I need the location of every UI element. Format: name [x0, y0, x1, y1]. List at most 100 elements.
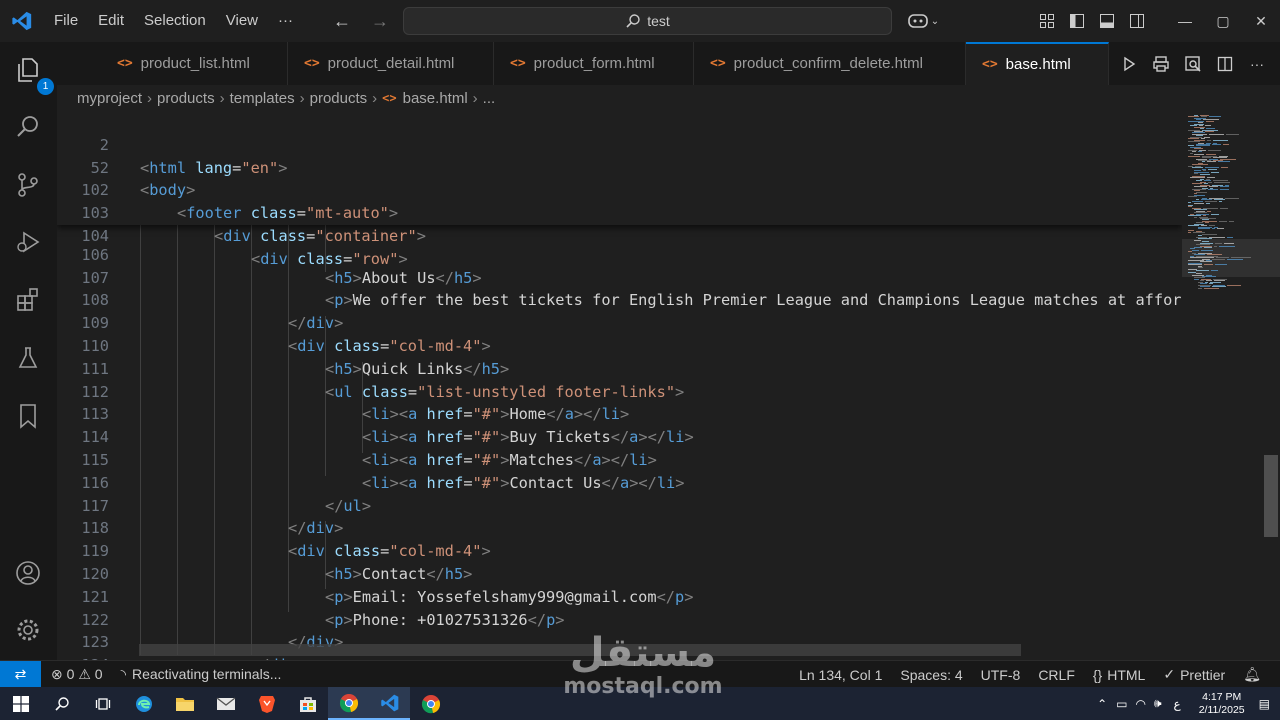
- run-icon[interactable]: [1114, 49, 1144, 79]
- menu-file[interactable]: File: [44, 0, 88, 42]
- toggle-sidebar-icon[interactable]: [1062, 6, 1092, 36]
- command-center-search[interactable]: test: [403, 7, 892, 35]
- notifications-bell-icon[interactable]: 🔔︎: [1234, 666, 1270, 683]
- menu-selection[interactable]: Selection: [134, 0, 216, 42]
- tray-chevron-up-icon[interactable]: ⌃: [1092, 697, 1112, 711]
- code-line: 119 <h5>Contact</h5>: [57, 517, 1182, 583]
- vscode-taskbar-icon[interactable]: [369, 687, 410, 720]
- html-icon: <>: [382, 91, 397, 105]
- tab-base[interactable]: <> base.html: [966, 42, 1109, 85]
- cursor-position[interactable]: Ln 134, Col 1: [790, 667, 891, 683]
- minimap-line: [1211, 213, 1219, 215]
- breadcrumb-products-folder[interactable]: products: [310, 90, 368, 107]
- account-icon[interactable]: [8, 553, 48, 593]
- menu-more[interactable]: ···: [268, 0, 303, 42]
- minimap-line: [1188, 229, 1194, 231]
- notification-center-icon[interactable]: ▤: [1255, 697, 1280, 711]
- battery-icon[interactable]: ▭: [1112, 697, 1131, 711]
- minimap-line: [1227, 258, 1243, 260]
- problems-indicator[interactable]: ⊗ 0 ⚠ 0: [41, 666, 112, 683]
- testing-flask-icon[interactable]: [8, 338, 48, 378]
- preview-icon[interactable]: [1178, 49, 1208, 79]
- explorer-icon[interactable]: 1: [8, 50, 54, 95]
- bookmark-icon[interactable]: [8, 396, 48, 436]
- breadcrumb-templates[interactable]: templates: [230, 90, 295, 107]
- sticky-line[interactable]: 102 <footer class="mt-auto">: [57, 157, 1182, 222]
- sticky-scroll-header[interactable]: 2 <html lang="en"> 52 <body> 102 <footer…: [57, 111, 1182, 268]
- close-icon[interactable]: ✕: [1242, 13, 1280, 30]
- mail-icon[interactable]: [205, 687, 246, 720]
- minimap-line: [1194, 216, 1197, 218]
- minimap-line: [1188, 232, 1191, 234]
- taskbar-search-icon[interactable]: [41, 687, 82, 720]
- run-debug-icon[interactable]: [8, 222, 48, 262]
- minimize-icon[interactable]: —: [1166, 13, 1204, 29]
- customize-layout-icon[interactable]: [1032, 6, 1062, 36]
- copilot-icon[interactable]: ⌄: [903, 6, 943, 36]
- input-language[interactable]: ع: [1166, 697, 1189, 711]
- activity-bar: 1: [0, 42, 57, 660]
- sticky-line[interactable]: 52 <body>: [57, 134, 1182, 200]
- minimap-line: [1198, 267, 1203, 269]
- maximize-icon[interactable]: ▢: [1204, 13, 1242, 30]
- minimap-line: [1220, 186, 1229, 188]
- store-icon[interactable]: [287, 687, 328, 720]
- tab-product-list[interactable]: <> product_list.html: [57, 42, 288, 85]
- breadcrumb-file[interactable]: base.html: [403, 90, 468, 107]
- indentation[interactable]: Spaces: 4: [891, 667, 971, 683]
- forward-arrow-icon[interactable]: →: [361, 11, 399, 32]
- sticky-line[interactable]: 2 <html lang="en">: [57, 111, 1182, 177]
- back-arrow-icon[interactable]: ←: [323, 11, 361, 32]
- source-control-icon[interactable]: [8, 165, 48, 205]
- sticky-line[interactable]: 104 <div class="row">: [57, 202, 1182, 268]
- tab-product-detail[interactable]: <> product_detail.html: [288, 42, 494, 85]
- brave-browser-icon[interactable]: [246, 687, 287, 720]
- sticky-line[interactable]: 103 <div class="container">: [57, 179, 1182, 245]
- code-editor[interactable]: 106 <h5>About Us</h5> 107 <p>We offer th…: [57, 111, 1182, 660]
- windows-taskbar: ⌃ ▭ ◠ 🕪︎ ع 4:17 PM 2/11/2025 ▤: [0, 687, 1280, 720]
- more-actions-icon[interactable]: ···: [1242, 49, 1272, 79]
- language-mode[interactable]: {} HTML: [1084, 667, 1154, 683]
- remote-indicator-icon[interactable]: ⇄: [0, 660, 41, 688]
- menu-view[interactable]: View: [216, 0, 268, 42]
- menu-edit[interactable]: Edit: [88, 0, 134, 42]
- warning-count: 0: [94, 666, 103, 682]
- toggle-secondary-sidebar-icon[interactable]: [1122, 6, 1152, 36]
- print-icon[interactable]: [1146, 49, 1176, 79]
- chrome-profile-icon[interactable]: [410, 687, 451, 720]
- breadcrumb-symbol[interactable]: ...: [483, 90, 496, 107]
- wifi-icon[interactable]: ◠: [1132, 697, 1150, 711]
- end-of-line[interactable]: CRLF: [1029, 667, 1084, 683]
- toggle-panel-icon[interactable]: [1092, 6, 1122, 36]
- windows-start-icon[interactable]: [0, 687, 41, 720]
- minimap-line: [1194, 278, 1199, 280]
- task-status[interactable]: ◝ Reactivating terminals...: [112, 666, 291, 683]
- split-editor-icon[interactable]: [1210, 49, 1240, 79]
- prettier-status[interactable]: ✓ Prettier: [1154, 666, 1234, 683]
- file-explorer-icon[interactable]: [164, 687, 205, 720]
- volume-icon[interactable]: 🕪︎: [1150, 696, 1166, 711]
- minimap-line: [1213, 139, 1228, 141]
- code-line: 122 </div>: [57, 586, 1182, 652]
- minimap[interactable]: [1182, 111, 1280, 660]
- code-text: <div class="container">: [214, 226, 426, 245]
- extensions-icon[interactable]: [8, 280, 48, 320]
- edge-browser-icon[interactable]: [123, 687, 164, 720]
- breadcrumb-products[interactable]: products: [157, 90, 215, 107]
- search-icon[interactable]: [8, 107, 48, 147]
- chrome-icon[interactable]: [328, 687, 369, 720]
- horizontal-scrollbar[interactable]: [139, 644, 1021, 656]
- minimap-line: [1229, 220, 1234, 222]
- vscode-logo-icon: [0, 0, 44, 42]
- settings-gear-icon[interactable]: [8, 610, 48, 650]
- tab-label: base.html: [1005, 56, 1071, 73]
- task-view-icon[interactable]: [82, 687, 123, 720]
- vertical-scrollbar-thumb[interactable]: [1264, 455, 1278, 537]
- chevron-right-icon: ›: [147, 89, 153, 107]
- status-bar-right: Ln 134, Col 1 Spaces: 4 UTF-8 CRLF {} HTM…: [790, 661, 1270, 688]
- clock[interactable]: 4:17 PM 2/11/2025: [1189, 691, 1255, 717]
- tab-product-form[interactable]: <> product_form.html: [494, 42, 694, 85]
- tab-product-confirm-delete[interactable]: <> product_confirm_delete.html: [694, 42, 966, 85]
- breadcrumb-myproject[interactable]: myproject: [77, 90, 142, 107]
- encoding[interactable]: UTF-8: [972, 667, 1030, 683]
